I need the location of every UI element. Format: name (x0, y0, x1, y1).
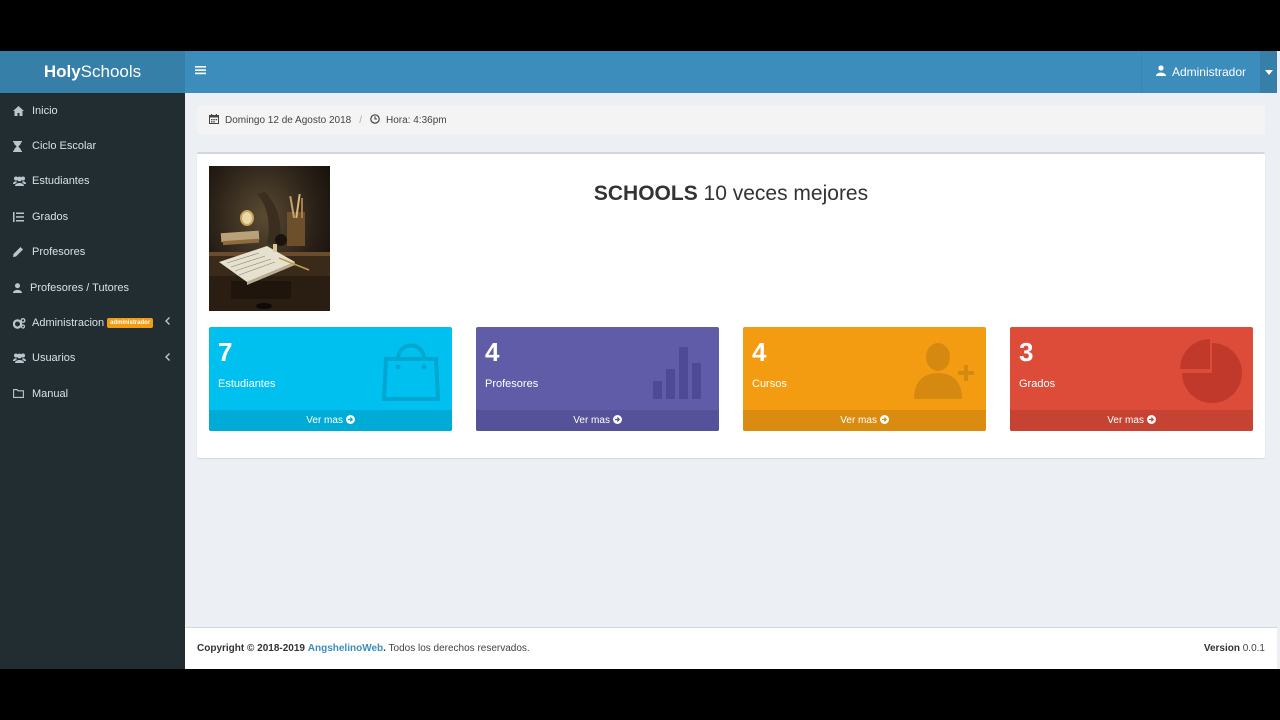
sidebar-item-label: Profesores (32, 246, 86, 259)
caret-down-icon[interactable] (1260, 51, 1277, 93)
top-navbar: Administrador (185, 51, 1277, 93)
pie-chart-icon (1179, 335, 1245, 403)
admin-badge: administrador (107, 318, 154, 329)
dashboard-box: SCHOOLS 10 veces mejores 7 Estudiantes V… (197, 152, 1265, 458)
sidebar-item-profesores[interactable]: Profesores (0, 235, 185, 270)
page-footer: Copyright © 2018-2019 AngshelinoWeb. Tod… (185, 627, 1277, 669)
angle-left-icon (165, 316, 170, 328)
card-label: Cursos (752, 378, 787, 390)
ver-mas-link-estudiantes[interactable]: Ver mas (209, 410, 452, 431)
footer-version: Version 0.0.1 (1204, 643, 1265, 654)
card-label: Estudiantes (218, 378, 276, 390)
sidebar-item-estudiantes[interactable]: Estudiantes (0, 164, 185, 199)
sidebar-item-inicio[interactable]: Inicio (0, 93, 185, 128)
main-content: Domingo 12 de Agosto 2018 / Hora: 4:36pm (185, 93, 1277, 627)
user-icon (1155, 65, 1166, 79)
hourglass-icon (13, 140, 32, 152)
sidebar-item-administracion[interactable]: Administracion administrador (0, 305, 185, 340)
headline-strong: SCHOOLS (593, 182, 698, 205)
arrow-circle-right-icon (345, 415, 355, 426)
sidebar: Inicio Ciclo Escolar Estudiantes Grados … (0, 93, 185, 669)
user-menu-button[interactable]: Administrador (1140, 51, 1260, 93)
folder-icon (13, 389, 32, 399)
sidebar-item-label: Inicio (32, 104, 58, 117)
card-value: 3 (1019, 337, 1034, 367)
ver-mas-link-cursos[interactable]: Ver mas (743, 410, 986, 431)
home-icon (13, 105, 32, 116)
card-grados: 3 Grados Ver mas (1010, 327, 1253, 431)
link-text: Ver mas (1107, 415, 1144, 426)
sidebar-item-grados[interactable]: Grados (0, 199, 185, 234)
cogs-icon (13, 317, 32, 329)
sidebar-item-profesores-tutores[interactable]: Profesores / Tutores (0, 270, 185, 305)
list-icon (13, 211, 32, 222)
version-value: 0.0.1 (1242, 643, 1265, 654)
link-text: Ver mas (573, 415, 610, 426)
calendar-icon (209, 113, 219, 127)
card-estudiantes: 7 Estudiantes Ver mas (209, 327, 452, 431)
page-headline: SCHOOLS 10 veces mejores (197, 182, 1265, 206)
breadcrumb: Domingo 12 de Agosto 2018 / Hora: 4:36pm (197, 106, 1265, 134)
arrow-circle-right-icon (612, 415, 622, 426)
bars-icon[interactable] (195, 63, 209, 79)
rights-text: Todos los derechos reservados. (385, 643, 530, 654)
sidebar-item-label: Estudiantes (32, 175, 90, 188)
user-name: Administrador (1171, 65, 1246, 79)
breadcrumb-date: Domingo 12 de Agosto 2018 (225, 114, 352, 126)
brand-logo[interactable]: Holy Schools (0, 51, 185, 93)
sidebar-item-label: Grados (32, 210, 69, 223)
angle-left-icon (165, 352, 170, 364)
sidebar-item-label: Administracion (32, 317, 105, 330)
ver-mas-link-grados[interactable]: Ver mas (1010, 410, 1253, 431)
ver-mas-link-profesores[interactable]: Ver mas (476, 410, 719, 431)
headline-rest: 10 veces mejores (697, 182, 869, 205)
sidebar-item-label: Usuarios (32, 352, 76, 365)
user-icon (13, 282, 30, 293)
sidebar-item-manual[interactable]: Manual (0, 376, 185, 411)
arrow-circle-right-icon (879, 415, 889, 426)
sidebar-item-label: Ciclo Escolar (32, 140, 97, 153)
logo-rest: Schools (80, 62, 142, 81)
card-label: Grados (1019, 378, 1056, 390)
copyright-text: Copyright © 2018-2019 (197, 643, 305, 654)
sidebar-item-label: Manual (32, 387, 69, 400)
user-plus-icon (912, 335, 978, 403)
sidebar-item-usuarios[interactable]: Usuarios (0, 341, 185, 376)
app-window: Holy Schools Administrador Inicio Ciclo E… (0, 51, 1280, 669)
card-label: Profesores (485, 378, 539, 390)
arrow-circle-right-icon (1146, 415, 1156, 426)
bar-chart-icon (645, 335, 711, 403)
logo-bold: Holy (43, 62, 81, 81)
version-label: Version (1203, 643, 1240, 654)
clock-icon (370, 113, 380, 127)
footer-copyright: Copyright © 2018-2019 AngshelinoWeb. Tod… (197, 643, 530, 654)
users-icon (13, 353, 32, 364)
shopping-bag-icon (378, 335, 444, 403)
link-text: Ver mas (306, 415, 343, 426)
card-value: 4 (485, 337, 500, 367)
breadcrumb-separator: / (359, 114, 362, 126)
sidebar-item-ciclo-escolar[interactable]: Ciclo Escolar (0, 128, 185, 163)
sidebar-item-label: Profesores / Tutores (30, 281, 130, 294)
breadcrumb-time: Hora: 4:36pm (386, 114, 447, 126)
card-value: 4 (752, 337, 767, 367)
card-profesores: 4 Profesores Ver mas (476, 327, 719, 431)
brand-link[interactable]: AngshelinoWeb (308, 643, 383, 654)
card-value: 7 (218, 337, 233, 367)
card-cursos: 4 Cursos Ver mas (743, 327, 986, 431)
pencil-icon (13, 247, 32, 258)
stat-cards: 7 Estudiantes Ver mas 4 Profesores Ver m… (209, 327, 1253, 431)
link-text: Ver mas (840, 415, 877, 426)
users-icon (13, 176, 32, 187)
